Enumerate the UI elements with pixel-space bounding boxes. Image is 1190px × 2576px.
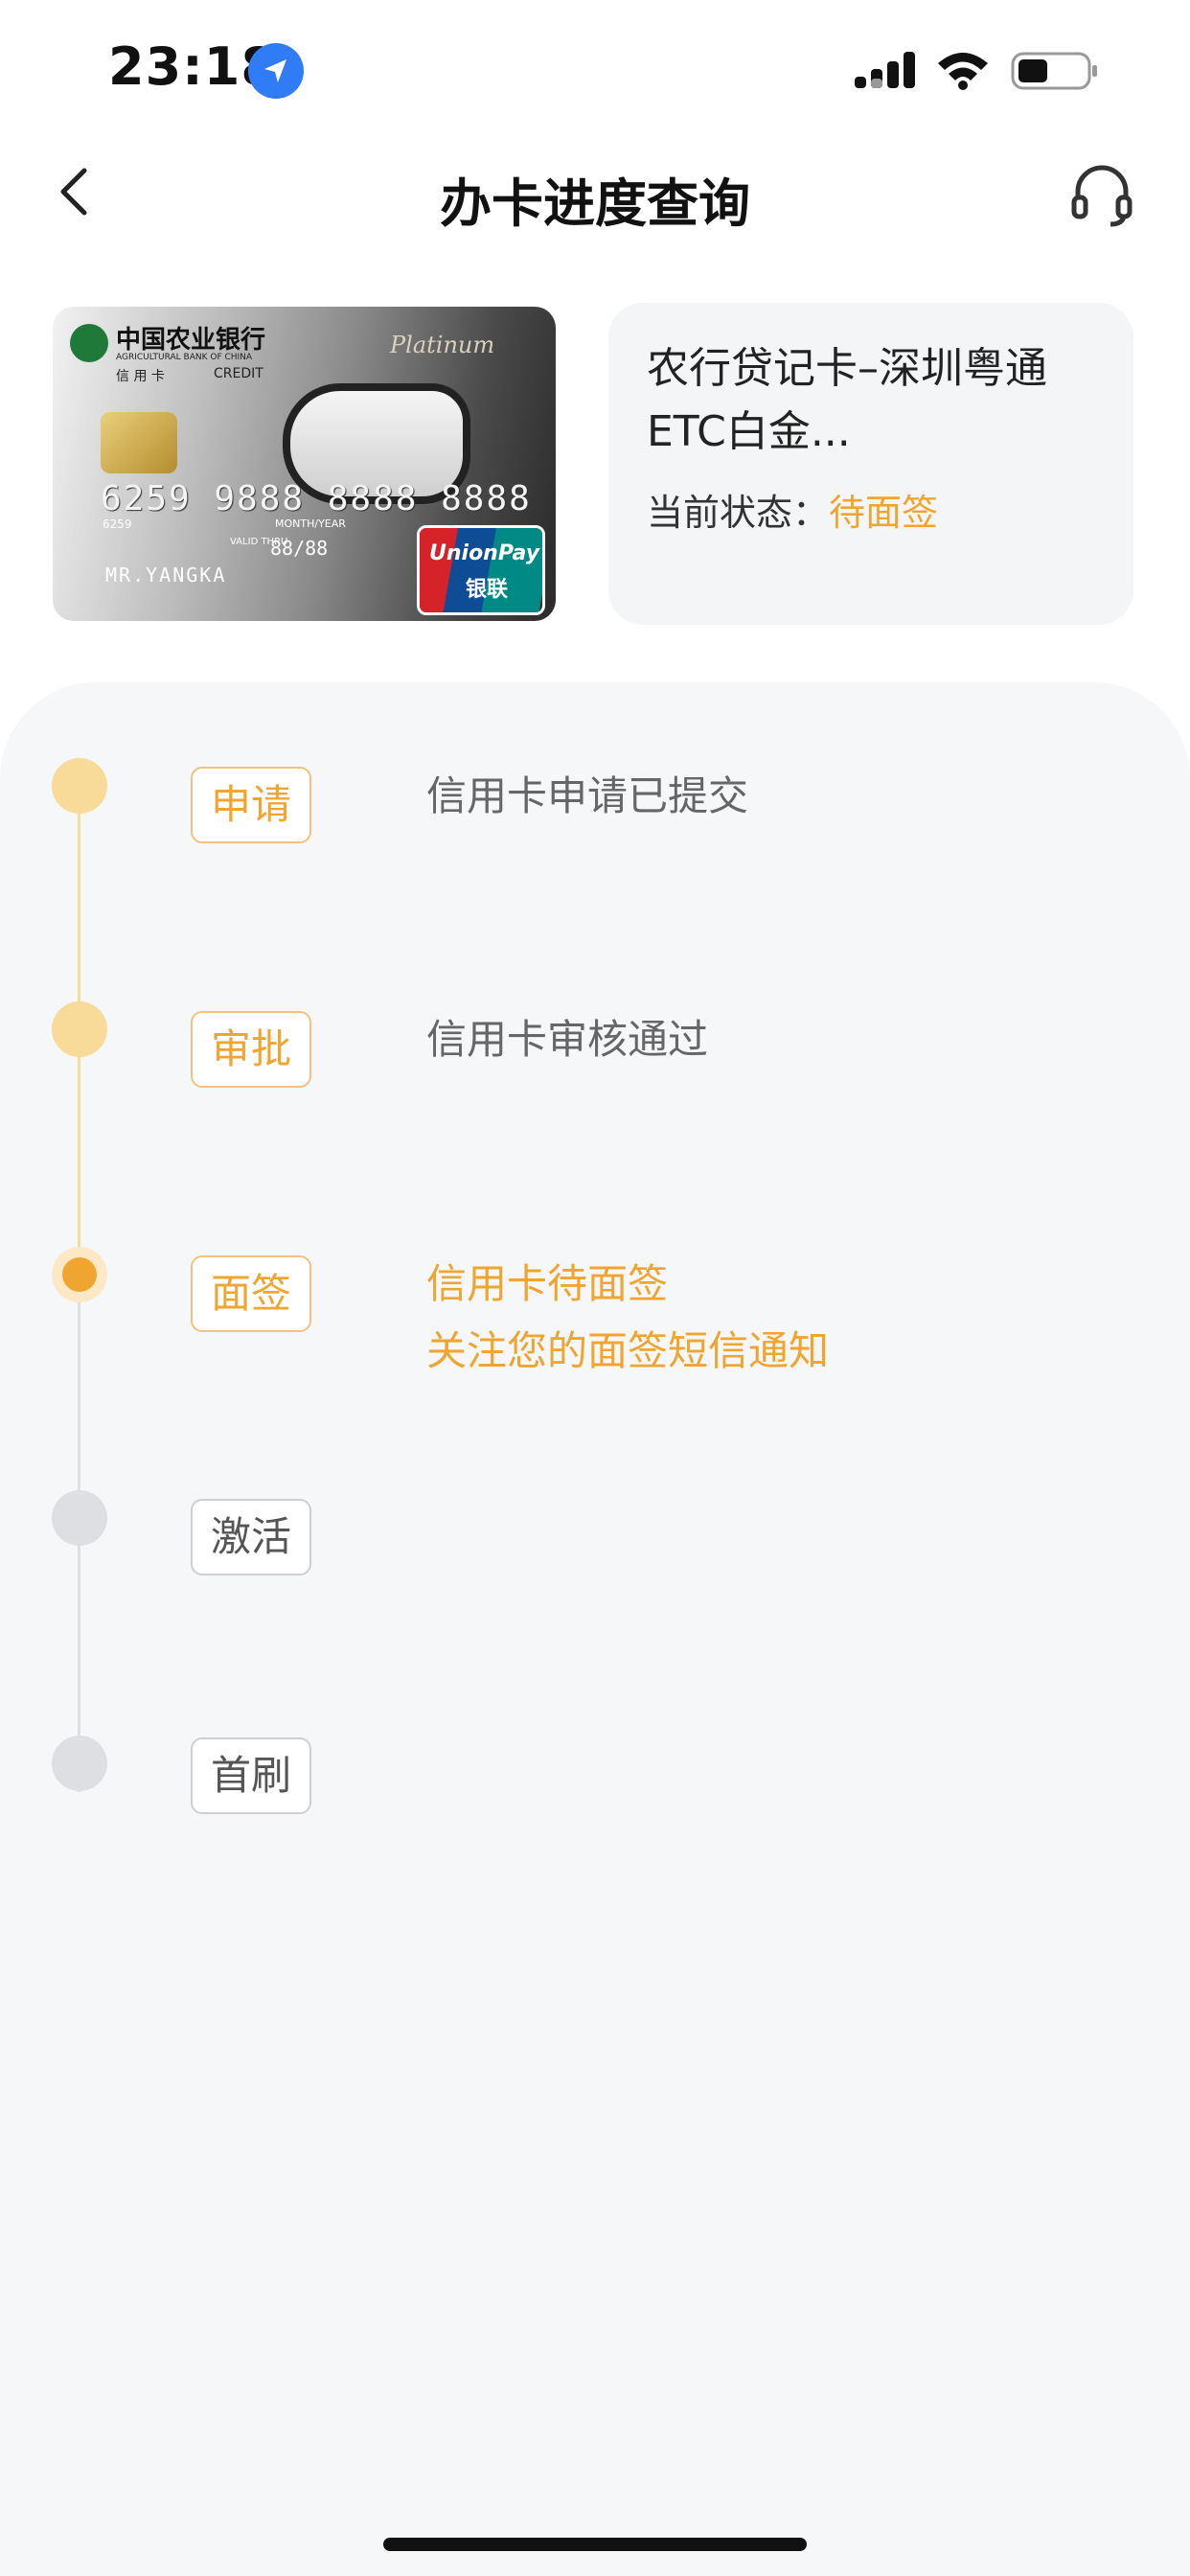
step-dot-apply <box>52 758 107 814</box>
step-tag-apply: 申请 <box>191 767 311 843</box>
page-title: 办卡进度查询 <box>440 173 750 234</box>
home-indicator[interactable] <box>383 2538 807 2551</box>
battery-icon <box>1011 52 1097 90</box>
card-number: 6259 9888 8888 8888 <box>101 479 532 518</box>
card-status-line: 当前状态：待面签 <box>647 483 938 536</box>
step-desc-interview-note: 关注您的面签短信通知 <box>426 1327 830 1374</box>
card-status-label: 当前状态： <box>647 492 830 534</box>
step-tag-activate: 激活 <box>191 1499 311 1576</box>
card-expiry: 88/88 <box>270 537 329 560</box>
step-dot-interview <box>52 1247 107 1302</box>
card-status-value: 待面签 <box>829 492 939 534</box>
progress-timeline: 申请 信用卡申请已提交 审批 信用卡审核通过 面签 信用卡待面签 关注您的面签短… <box>0 682 1190 2576</box>
card-product-name: 农行贷记卡–深圳粤通ETC白金... <box>647 344 1047 456</box>
location-arrow-icon <box>248 43 304 99</box>
unionpay-text: UnionPay <box>429 541 540 565</box>
card-month-year-label: MONTH/YEAR <box>275 518 346 530</box>
headset-icon <box>1071 165 1133 227</box>
step-desc-review: 信用卡审核通过 <box>426 1016 709 1063</box>
card-bank-name: 中国农业银行 <box>116 326 266 355</box>
card-platinum-label: Platinum <box>390 332 495 358</box>
unionpay-text-cn: 银联 <box>466 578 509 602</box>
card-type-label: 信 用 卡 <box>116 369 165 384</box>
step-desc-interview: 信用卡待面签 <box>426 1260 669 1307</box>
abc-bank-logo-icon <box>70 324 108 362</box>
step-tag-review: 审批 <box>191 1011 311 1088</box>
card-credit-label: CREDIT <box>214 366 263 381</box>
unionpay-logo-icon: UnionPay 银联 <box>417 525 545 615</box>
cellular-signal-icon <box>855 52 915 88</box>
card-info-panel: 农行贷记卡–深圳粤通ETC白金... 当前状态：待面签 <box>608 303 1133 625</box>
step-dot-activate <box>52 1490 107 1546</box>
card-number-small: 6259 <box>103 518 132 531</box>
step-dot-review <box>52 1001 107 1057</box>
step-desc-apply: 信用卡申请已提交 <box>426 772 749 819</box>
status-bar: 23:18 <box>0 0 1190 144</box>
card-holder-name: MR.YANGKA <box>105 564 227 586</box>
nav-bar: 办卡进度查询 <box>0 144 1190 240</box>
credit-card-image: 中国农业银行 AGRICULTURAL BANK OF CHINA 信 用 卡 … <box>53 307 556 621</box>
step-tag-interview: 面签 <box>191 1255 311 1332</box>
card-chip-icon <box>101 412 177 473</box>
step-tag-first-swipe: 首刷 <box>191 1737 311 1814</box>
card-bank-name-en: AGRICULTURAL BANK OF CHINA <box>116 353 253 362</box>
step-dot-first-swipe <box>52 1736 107 1791</box>
customer-service-button[interactable] <box>1068 161 1135 228</box>
wifi-icon <box>938 53 988 90</box>
